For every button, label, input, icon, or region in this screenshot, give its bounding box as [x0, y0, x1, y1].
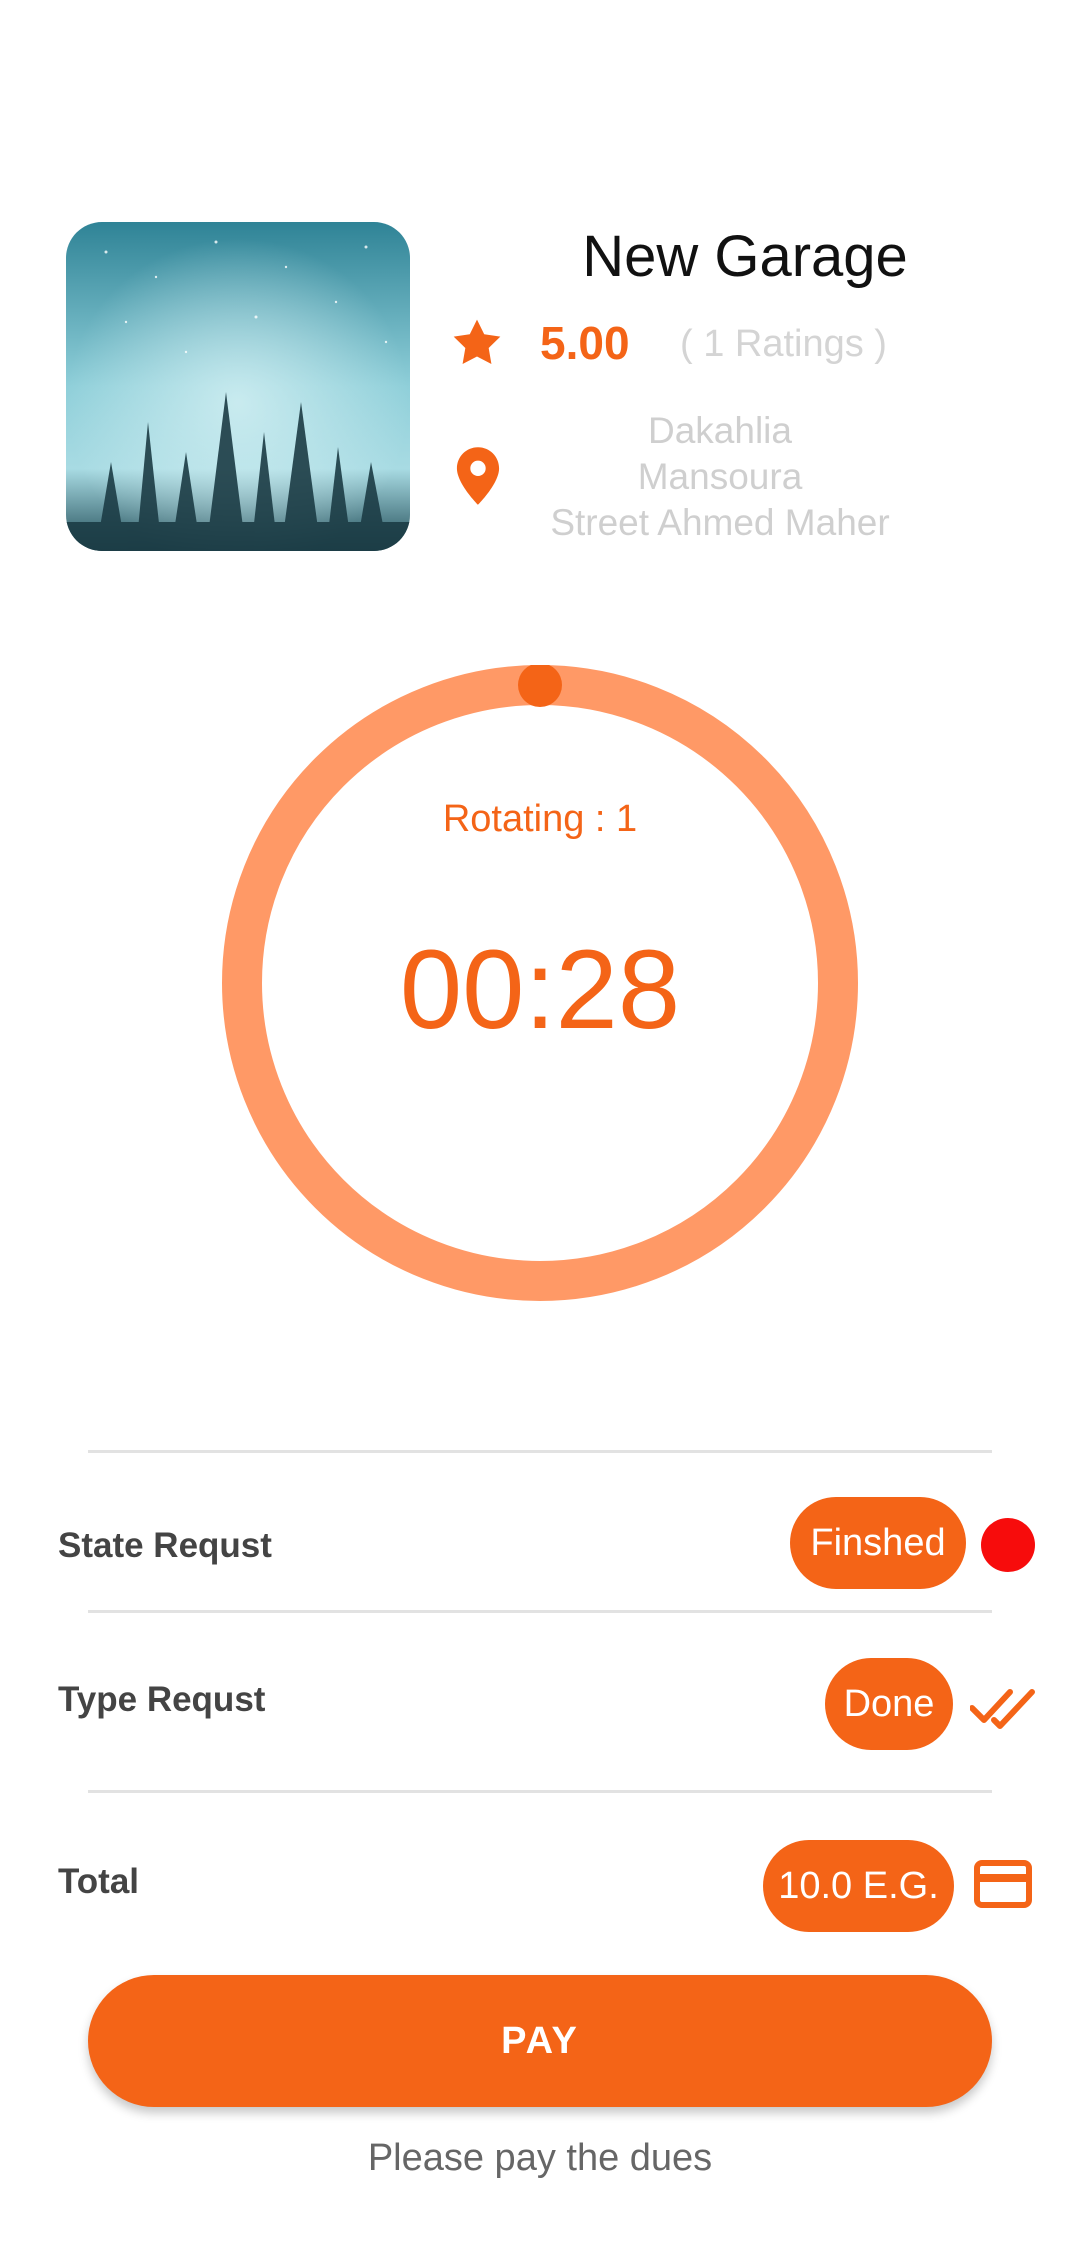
- address-line-street: Street Ahmed Maher: [550, 502, 890, 543]
- order-status-screen: New Garage 5.00 ( 1 Ratings ) Dakahlia M…: [0, 0, 1080, 2245]
- timer-countdown: 00:28: [399, 927, 681, 1052]
- rating-value: 5.00: [540, 317, 630, 369]
- garage-photo: [66, 222, 410, 551]
- location-pin-icon: [456, 447, 500, 505]
- garage-address: Dakahlia Mansoura Street Ahmed Maher: [520, 408, 920, 546]
- type-status-badge: Done: [825, 1658, 953, 1750]
- credit-card-icon: [974, 1860, 1032, 1908]
- total-label: Total: [58, 1862, 140, 1901]
- double-check-icon: [970, 1689, 1035, 1729]
- status-indicator-dot: [981, 1518, 1035, 1572]
- address-line-city: Mansoura: [637, 456, 803, 497]
- star-icon: [453, 319, 501, 365]
- ratings-count: ( 1 Ratings ): [680, 323, 887, 365]
- pay-button[interactable]: PAY: [88, 1975, 992, 2107]
- state-status-badge: Finshed: [790, 1497, 966, 1589]
- divider: [88, 1790, 992, 1793]
- pay-hint-text: Please pay the dues: [367, 2137, 713, 2179]
- address-line-governorate: Dakahlia: [648, 410, 792, 451]
- total-amount-badge: 10.0 E.G.: [763, 1840, 954, 1932]
- timer-progress-knob: [518, 665, 562, 707]
- state-request-label: State Requst: [58, 1526, 272, 1565]
- type-request-label: Type Requst: [58, 1680, 266, 1719]
- divider: [88, 1610, 992, 1613]
- divider: [88, 1450, 992, 1453]
- garage-name: New Garage: [582, 224, 908, 289]
- rotating-count: Rotating : 1: [442, 798, 638, 840]
